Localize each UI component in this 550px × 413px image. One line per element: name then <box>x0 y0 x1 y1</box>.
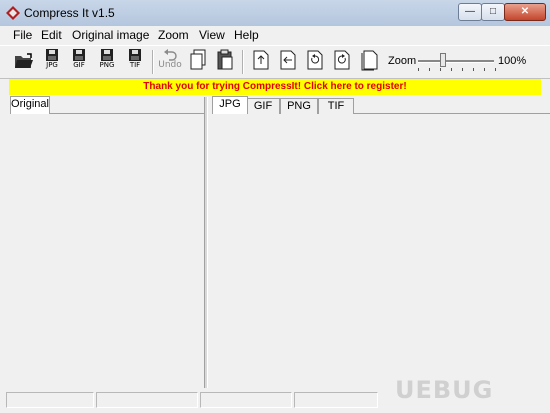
document-icon <box>361 50 378 71</box>
minimize-button[interactable]: — <box>458 3 482 21</box>
rotate-right-icon <box>334 50 350 70</box>
status-pane <box>294 392 378 408</box>
zoom-slider-ticks <box>418 68 496 72</box>
save-tif-button[interactable]: TIF <box>123 49 147 75</box>
open-button[interactable] <box>12 52 36 78</box>
menu-edit[interactable]: Edit <box>41 27 62 43</box>
save-tif-caption: TIF <box>129 61 141 69</box>
flip-vertical-button[interactable] <box>249 49 273 75</box>
tab-jpg[interactable]: JPG <box>212 96 248 114</box>
app-window: Compress It v1.5 — □ ✕ File Edit Origina… <box>0 0 550 413</box>
rotate-left-button[interactable] <box>303 49 327 75</box>
title-bar: Compress It v1.5 — □ ✕ <box>0 0 550 27</box>
menu-zoom[interactable]: Zoom <box>158 27 189 43</box>
maximize-button[interactable]: □ <box>481 3 505 21</box>
toolbar-separator <box>242 50 244 74</box>
paste-button[interactable] <box>213 49 237 75</box>
menu-view[interactable]: View <box>199 27 225 43</box>
close-button[interactable]: ✕ <box>504 3 546 21</box>
rotate-right-button[interactable] <box>330 49 354 75</box>
tab-gif[interactable]: GIF <box>246 98 280 114</box>
save-jpg-button[interactable]: JPG <box>40 49 64 75</box>
menu-file[interactable]: File <box>13 27 32 43</box>
undo-caption: Undo <box>158 60 182 70</box>
save-png-caption: PNG <box>99 61 115 69</box>
status-pane <box>6 392 94 408</box>
tab-png[interactable]: PNG <box>280 98 318 114</box>
flip-vertical-icon <box>253 50 269 70</box>
rotate-left-icon <box>307 50 323 70</box>
save-gif-button[interactable]: GIF <box>67 49 91 75</box>
zoom-slider-thumb[interactable] <box>440 53 446 67</box>
disk-icon <box>101 49 113 61</box>
save-jpg-caption: JPG <box>46 61 58 69</box>
properties-button[interactable] <box>358 49 382 75</box>
register-banner[interactable]: Thank you for trying CompressIt! Click h… <box>9 79 541 95</box>
watermark-text: UEBUG <box>395 376 494 404</box>
zoom-label: Zoom <box>388 55 417 67</box>
toolbar-separator <box>152 50 154 74</box>
copy-button[interactable] <box>186 49 210 75</box>
tab-original[interactable]: Original <box>10 96 50 114</box>
original-panel: Original <box>8 96 205 388</box>
disk-icon <box>46 49 58 61</box>
tab-baseline <box>354 113 550 114</box>
status-pane <box>200 392 292 408</box>
window-title: Compress It v1.5 <box>24 6 115 20</box>
disk-icon <box>129 49 141 61</box>
flip-horizontal-icon <box>280 50 296 70</box>
zoom-slider-track[interactable] <box>418 60 494 63</box>
tab-tif[interactable]: TIF <box>318 98 354 114</box>
open-folder-icon <box>15 53 33 68</box>
undo-button[interactable]: Undo <box>157 49 183 75</box>
status-pane <box>96 392 198 408</box>
save-gif-caption: GIF <box>73 61 85 69</box>
output-panel: JPG GIF PNG TIF <box>207 96 550 388</box>
zoom-value: 100% <box>498 55 527 67</box>
flip-horizontal-button[interactable] <box>276 49 300 75</box>
menu-bar: File Edit Original image Zoom View Help <box>0 26 550 44</box>
tab-baseline <box>49 113 204 114</box>
menu-original-image[interactable]: Original image <box>72 27 149 43</box>
menu-help[interactable]: Help <box>234 27 259 43</box>
copy-icon <box>190 49 206 70</box>
disk-icon <box>73 49 85 61</box>
app-icon <box>6 6 20 20</box>
toolbar: JPG GIF PNG TIF Undo Zoom 100% <box>0 45 550 79</box>
save-png-button[interactable]: PNG <box>95 49 119 75</box>
paste-icon <box>217 49 233 70</box>
